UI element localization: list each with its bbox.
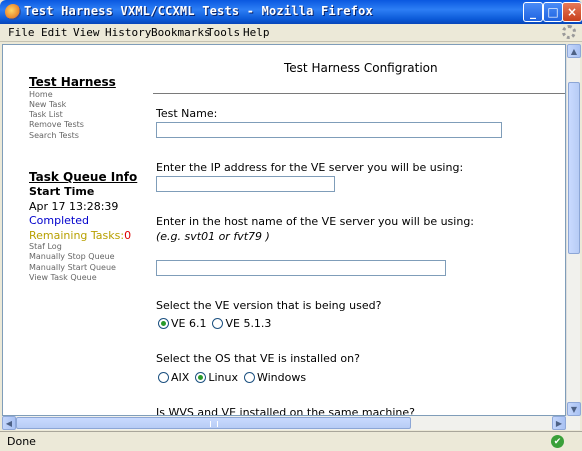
os-option-aix[interactable]: AIX [158,371,189,384]
sidebar-link-remove-tests[interactable]: Remove Tests [29,120,84,129]
title-divider [153,93,565,94]
start-time-value: Apr 17 13:28:39 [29,200,119,213]
menu-bar: File Edit View History Bookmarks Tools H… [0,24,582,42]
remaining-tasks-count: 0 [124,229,132,242]
window-title: Test Harness VXML/CCXML Tests - Mozilla … [24,4,373,18]
throbber-icon [562,25,576,39]
os-option-label: AIX [171,371,190,384]
ve-version-options: VE 6.1 VE 5.1.3 [158,317,277,330]
browser-window: Test Harness VXML/CCXML Tests - Mozilla … [0,0,582,451]
sidebar-link-home[interactable]: Home [29,90,53,99]
test-name-label: Test Name: [156,107,218,120]
os-option-label: Windows [256,371,307,384]
test-name-input[interactable] [156,122,502,138]
menu-edit[interactable]: Edit [41,26,68,39]
horizontal-scrollbar[interactable]: ◀ ▶ [2,416,580,430]
sidebar-link-view-queue[interactable]: View Task Queue [29,273,97,282]
menu-history[interactable]: History [105,26,151,39]
os-option-label: Linux [208,371,238,384]
scroll-grip-icon [210,421,218,427]
remaining-tasks-label: Remaining Tasks: [29,229,125,242]
ve-version-option-label: VE 5.1.3 [225,317,272,330]
horizontal-scroll-thumb[interactable] [16,417,411,429]
os-label: Select the OS that VE is installed on? [156,352,360,365]
menu-help[interactable]: Help [243,26,270,39]
sidebar-link-new-task[interactable]: New Task [29,100,66,109]
sidebar-link-start-queue[interactable]: Manually Start Queue [29,263,116,272]
scroll-left-arrow-icon[interactable]: ◀ [2,416,16,430]
host-name-input[interactable] [156,260,446,276]
menu-tools[interactable]: Tools [207,26,240,39]
sidebar-link-stop-queue[interactable]: Manually Stop Queue [29,252,115,261]
maximize-icon: □ [547,5,559,19]
radio-selected-icon[interactable] [158,318,169,329]
os-option-linux[interactable]: Linux [195,371,238,384]
page-title: Test Harness Configration [284,61,438,75]
vertical-scrollbar[interactable]: ▲ ▼ [566,44,581,416]
menu-view[interactable]: View [73,26,100,39]
os-option-windows[interactable]: Windows [243,371,307,384]
ve-version-option-6-1[interactable]: VE 6.1 [158,317,206,330]
sidebar-link-task-list[interactable]: Task List [29,110,63,119]
menu-file[interactable]: File [8,26,35,39]
task-queue-heading: Task Queue Info [29,170,138,184]
same-machine-label: Is WVS and VE installed on the same mach… [156,406,415,416]
minimize-icon: _ [530,5,536,19]
ve-version-option-label: VE 6.1 [171,317,207,330]
radio-unselected-icon[interactable] [212,318,224,329]
vertical-scroll-thumb[interactable] [568,82,580,254]
maximize-button[interactable]: □ [543,2,563,22]
start-time-label: Start Time [29,185,95,198]
firefox-icon [5,4,21,20]
sidebar-link-search-tests[interactable]: Search Tests [29,131,79,140]
scroll-down-arrow-icon[interactable]: ▼ [567,402,581,416]
host-name-label: Enter in the host name of the VE server … [156,215,475,228]
scroll-up-arrow-icon[interactable]: ▲ [567,44,581,58]
radio-selected-icon[interactable] [195,372,207,383]
checkmark-icon: ✔ [551,435,564,448]
sidebar-link-staf-log[interactable]: Staf Log [29,242,62,251]
page-viewport: Test Harness Home New Task Task List Rem… [2,44,566,416]
close-icon: × [566,5,578,19]
remaining-tasks: Remaining Tasks:0 [29,229,131,242]
close-button[interactable]: × [562,2,582,22]
host-name-hint: (e.g. svt01 or fvt79 ) [156,230,270,243]
os-options: AIX Linux Windows [158,371,312,384]
menu-bookmarks[interactable]: Bookmarks [151,26,211,39]
radio-unselected-icon[interactable] [158,372,169,383]
status-bar: Done ✔ [0,431,582,451]
queue-status: Completed [29,214,89,227]
ve-version-label: Select the VE version that is being used… [156,299,382,312]
status-text: Done [7,435,36,448]
title-bar: Test Harness VXML/CCXML Tests - Mozilla … [0,0,582,24]
scroll-right-arrow-icon[interactable]: ▶ [552,416,566,430]
test-harness-heading[interactable]: Test Harness [29,75,116,89]
minimize-button[interactable]: _ [523,2,543,22]
ip-address-label: Enter the IP address for the VE server y… [156,161,464,174]
ve-version-option-5-1-3[interactable]: VE 5.1.3 [212,317,271,330]
radio-unselected-icon[interactable] [243,372,255,383]
ip-address-input[interactable] [156,176,335,192]
